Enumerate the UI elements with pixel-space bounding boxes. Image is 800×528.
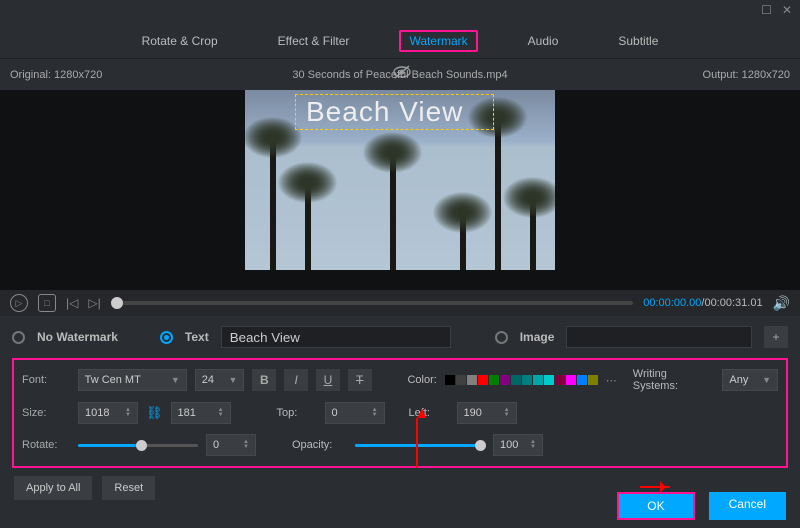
left-input[interactable]: 190▲▼ bbox=[457, 402, 517, 424]
ok-button[interactable]: OK bbox=[617, 492, 694, 520]
strikethrough-button[interactable]: T bbox=[348, 369, 372, 391]
font-family-select[interactable]: Tw Cen MT▼ bbox=[78, 369, 187, 391]
color-swatch[interactable] bbox=[588, 375, 598, 385]
top-input[interactable]: 0▲▼ bbox=[325, 402, 385, 424]
color-swatch[interactable] bbox=[555, 375, 565, 385]
time-total: /00:00:31.01 bbox=[701, 297, 762, 309]
color-picker[interactable] bbox=[445, 375, 598, 385]
watermark-image-path[interactable] bbox=[566, 326, 752, 348]
play-button[interactable]: ▷ bbox=[10, 294, 28, 312]
prev-frame-button[interactable]: |◁ bbox=[66, 296, 78, 310]
watermark-text-input[interactable] bbox=[221, 326, 451, 348]
color-swatch[interactable] bbox=[533, 375, 543, 385]
rotate-input[interactable]: 0▲▼ bbox=[206, 434, 256, 456]
tab-rotate-crop[interactable]: Rotate & Crop bbox=[132, 30, 228, 52]
color-swatch[interactable] bbox=[511, 375, 521, 385]
tab-subtitle[interactable]: Subtitle bbox=[608, 30, 668, 52]
image-watermark-label: Image bbox=[520, 330, 555, 344]
watermark-overlay[interactable]: Beach View bbox=[295, 94, 494, 130]
no-watermark-label: No Watermark bbox=[37, 330, 118, 344]
dialog-footer: OK Cancel bbox=[617, 492, 786, 520]
left-label: Left: bbox=[409, 407, 449, 419]
color-swatch[interactable] bbox=[522, 375, 532, 385]
reset-button[interactable]: Reset bbox=[102, 476, 155, 500]
cancel-button[interactable]: Cancel bbox=[709, 492, 786, 520]
color-label: Color: bbox=[407, 374, 436, 386]
link-dimensions-icon[interactable]: ⛓ bbox=[146, 405, 163, 421]
color-swatch[interactable] bbox=[467, 375, 477, 385]
color-swatch[interactable] bbox=[577, 375, 587, 385]
more-colors-icon[interactable]: ⋯ bbox=[606, 374, 617, 387]
filename-label: 30 Seconds of Peaceful Beach Sounds.mp4 bbox=[292, 69, 507, 81]
radio-image-watermark[interactable] bbox=[495, 331, 508, 344]
tab-effect-filter[interactable]: Effect & Filter bbox=[268, 30, 360, 52]
close-icon[interactable]: ✕ bbox=[782, 3, 792, 17]
tab-bar: Rotate & Crop Effect & Filter Watermark … bbox=[0, 20, 800, 59]
apply-to-all-button[interactable]: Apply to All bbox=[14, 476, 92, 500]
rotate-slider[interactable] bbox=[78, 444, 198, 447]
color-swatch[interactable] bbox=[445, 375, 455, 385]
maximize-icon[interactable]: ☐ bbox=[761, 3, 772, 17]
color-swatch[interactable] bbox=[489, 375, 499, 385]
font-label: Font: bbox=[22, 374, 70, 386]
titlebar: ☐ ✕ bbox=[0, 0, 800, 20]
tab-audio[interactable]: Audio bbox=[518, 30, 569, 52]
writing-systems-label: Writing Systems: bbox=[633, 368, 715, 392]
color-swatch[interactable] bbox=[500, 375, 510, 385]
color-swatch[interactable] bbox=[566, 375, 576, 385]
time-current: 00:00:00.00 bbox=[643, 297, 701, 309]
video-preview[interactable]: Beach View bbox=[245, 90, 555, 270]
top-label: Top: bbox=[277, 407, 317, 419]
color-swatch[interactable] bbox=[478, 375, 488, 385]
color-swatch[interactable] bbox=[456, 375, 466, 385]
opacity-slider[interactable] bbox=[355, 444, 485, 447]
add-image-button[interactable]: + bbox=[764, 326, 788, 348]
watermark-type-row: No Watermark Text Image + bbox=[0, 316, 800, 358]
color-swatch[interactable] bbox=[544, 375, 554, 385]
height-input[interactable]: 181▲▼ bbox=[171, 402, 231, 424]
text-watermark-label: Text bbox=[185, 330, 209, 344]
original-resolution: Original: 1280x720 bbox=[10, 69, 102, 81]
watermark-controls-panel: Font: Tw Cen MT▼ 24▼ B I U T Color: ⋯ Wr… bbox=[12, 358, 788, 468]
preview-area: Beach View bbox=[0, 90, 800, 290]
stop-button[interactable]: □ bbox=[38, 294, 56, 312]
rotate-label: Rotate: bbox=[22, 439, 70, 451]
opacity-label: Opacity: bbox=[292, 439, 347, 451]
italic-button[interactable]: I bbox=[284, 369, 308, 391]
radio-no-watermark[interactable] bbox=[12, 331, 25, 344]
info-bar: Original: 1280x720 30 Seconds of Peacefu… bbox=[0, 59, 800, 90]
tab-watermark[interactable]: Watermark bbox=[399, 30, 477, 52]
radio-text-watermark[interactable] bbox=[160, 331, 173, 344]
volume-icon[interactable]: 🔊 bbox=[773, 295, 790, 312]
opacity-input[interactable]: 100▲▼ bbox=[493, 434, 543, 456]
timeline-slider[interactable] bbox=[111, 301, 634, 305]
output-resolution: Output: 1280x720 bbox=[703, 69, 790, 81]
writing-systems-select[interactable]: Any▼ bbox=[722, 369, 778, 391]
playback-bar: ▷ □ |◁ ▷| 00:00:00.00/00:00:31.01 🔊 bbox=[0, 290, 800, 316]
next-frame-button[interactable]: ▷| bbox=[88, 296, 100, 310]
bold-button[interactable]: B bbox=[252, 369, 276, 391]
underline-button[interactable]: U bbox=[316, 369, 340, 391]
size-label: Size: bbox=[22, 407, 70, 419]
width-input[interactable]: 1018▲▼ bbox=[78, 402, 138, 424]
font-size-select[interactable]: 24▼ bbox=[195, 369, 245, 391]
